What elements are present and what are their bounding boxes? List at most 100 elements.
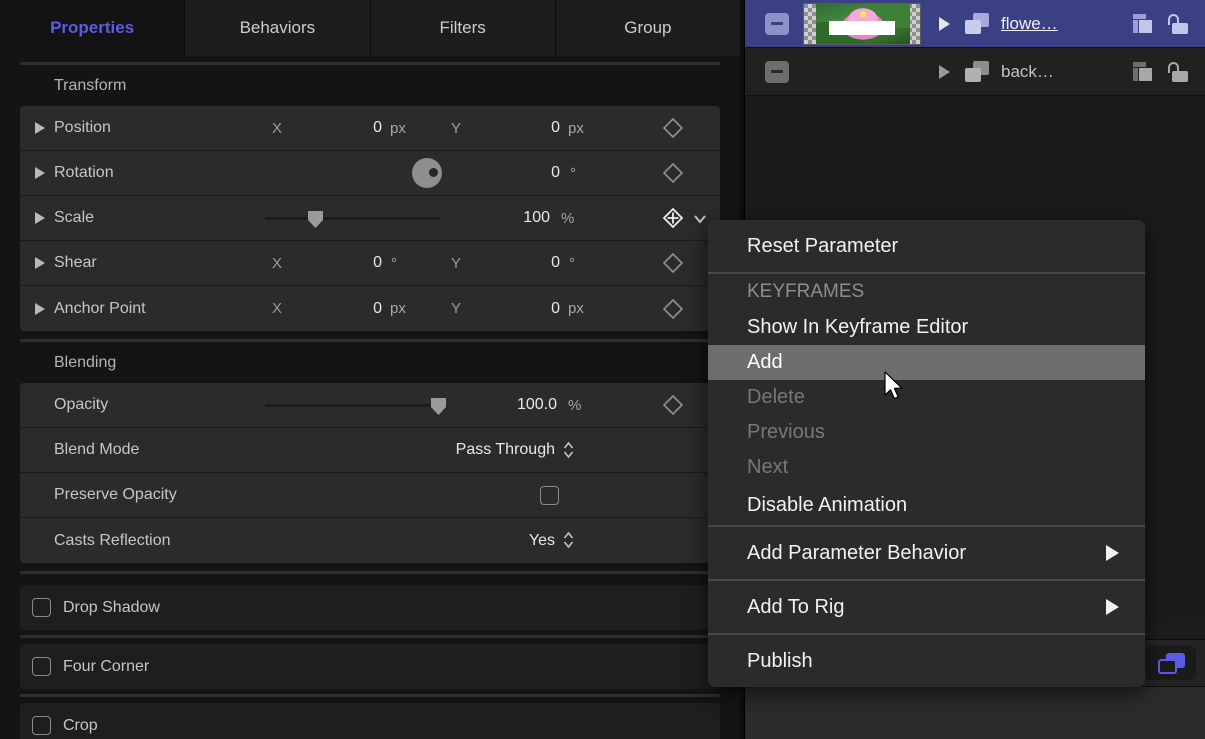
keyframe-diamond-icon[interactable] [662, 252, 684, 274]
disclosure-triangle-icon[interactable] [32, 121, 48, 135]
menu-item-reset-parameter[interactable]: Reset Parameter [708, 220, 1145, 272]
menu-item-label: Show In Keyframe Editor [747, 316, 968, 339]
filter-row-crop[interactable]: Crop [20, 703, 720, 739]
parameter-row-preserve-opacity[interactable]: Preserve Opacity [20, 473, 720, 518]
four-corner-checkbox[interactable] [32, 657, 51, 676]
menu-item-publish[interactable]: Publish [708, 635, 1145, 687]
submenu-arrow-icon [1106, 545, 1119, 561]
rotation-unit: ° [570, 165, 576, 182]
opacity-value[interactable]: 100.0 [465, 396, 557, 414]
layers-footer [745, 687, 1205, 739]
drop-shadow-checkbox[interactable] [32, 598, 51, 617]
mask-icon[interactable] [1133, 14, 1154, 33]
keyframe-diamond-icon[interactable] [662, 394, 684, 416]
scale-value[interactable]: 100 [485, 209, 550, 227]
disclosure-triangle-icon[interactable] [32, 166, 48, 180]
group-icon [965, 13, 989, 34]
unlocked-padlock-icon[interactable] [1168, 14, 1190, 34]
blend-mode-value[interactable]: Pass Through [320, 441, 555, 459]
menu-item-next: Next [708, 450, 1145, 485]
crop-checkbox[interactable] [32, 716, 51, 735]
opacity-slider-track[interactable] [265, 404, 440, 407]
casts-reflection-value[interactable]: Yes [400, 532, 555, 550]
triangle-right-icon[interactable] [939, 17, 950, 31]
parameter-label: Preserve Opacity [54, 486, 177, 504]
preserve-opacity-checkbox[interactable] [540, 486, 559, 505]
tab-group[interactable]: Group [556, 0, 740, 56]
group-header-blending[interactable]: Blending [0, 342, 740, 383]
menu-item-disable-animation[interactable]: Disable Animation [708, 485, 1145, 525]
tab-behaviors[interactable]: Behaviors [185, 0, 370, 56]
tab-filters[interactable]: Filters [371, 0, 556, 56]
transform-parameter-group: Position X 0 px Y 0 px Rotation 0 ° [20, 106, 720, 331]
menu-item-label: Next [747, 456, 788, 479]
shear-y-value[interactable]: 0 [498, 254, 560, 272]
parameter-row-blend-mode[interactable]: Blend Mode Pass Through [20, 428, 720, 473]
filter-row-drop-shadow[interactable]: Drop Shadow [20, 585, 720, 630]
layer-row-background[interactable]: back… [745, 48, 1205, 96]
scale-unit: % [561, 210, 574, 227]
parameter-row-position[interactable]: Position X 0 px Y 0 px [20, 106, 720, 151]
layer-row-flower[interactable]: flowe… [745, 0, 1205, 48]
menu-item-add-parameter-behavior[interactable]: Add Parameter Behavior [708, 527, 1145, 579]
parameter-row-anchor-point[interactable]: Anchor Point X 0 px Y 0 px [20, 286, 720, 331]
stepper-arrows-icon[interactable] [563, 441, 574, 459]
disclosure-triangle-icon[interactable] [32, 256, 48, 270]
group-header-transform[interactable]: Transform [0, 65, 740, 106]
group-icon [965, 61, 989, 82]
anchor-y-value[interactable]: 0 [498, 300, 560, 318]
opacity-slider-thumb[interactable] [431, 398, 446, 415]
group-header-blending-label: Blending [54, 354, 116, 372]
layer-thumbnail [803, 3, 921, 45]
parameter-scroll-area[interactable]: Transform Position X 0 px Y 0 px [0, 56, 740, 739]
parameter-row-shear[interactable]: Shear X 0 ° Y 0 ° [20, 241, 720, 286]
disclosure-triangle-icon[interactable] [32, 211, 48, 225]
parameter-row-casts-reflection[interactable]: Casts Reflection Yes [20, 518, 720, 563]
layer-row-icons [1133, 62, 1190, 82]
parameter-row-rotation[interactable]: Rotation 0 ° [20, 151, 720, 196]
chevron-down-icon[interactable] [692, 211, 708, 227]
x-axis-label: X [272, 300, 282, 317]
parameter-label: Anchor Point [54, 300, 146, 318]
y-axis-label: Y [451, 300, 461, 317]
parameter-label: Scale [54, 209, 94, 227]
parameter-label: Blend Mode [54, 441, 139, 459]
y-axis-label: Y [451, 255, 461, 272]
disclosure-triangle-icon[interactable] [32, 302, 48, 316]
parameter-label: Position [54, 119, 111, 137]
layer-row-icons [1133, 14, 1190, 34]
shear-x-value[interactable]: 0 [320, 254, 382, 272]
parameter-row-scale[interactable]: Scale 100 % [20, 196, 720, 241]
keyframe-diamond-icon[interactable] [662, 117, 684, 139]
scale-slider-track[interactable] [265, 217, 440, 220]
minus-icon[interactable] [765, 13, 789, 35]
keyframe-diamond-active-icon[interactable] [662, 207, 684, 229]
menu-item-add-to-rig[interactable]: Add To Rig [708, 581, 1145, 633]
keyframe-diamond-icon[interactable] [662, 162, 684, 184]
rotation-dial[interactable] [412, 158, 442, 188]
blending-parameter-group: Opacity 100.0 % Blend Mode Pass Through [20, 383, 720, 563]
parameter-label: Opacity [54, 396, 108, 414]
filter-row-four-corner[interactable]: Four Corner [20, 644, 720, 689]
layers-icon [1158, 653, 1185, 674]
position-x-value[interactable]: 0 [320, 119, 382, 137]
rotation-value[interactable]: 0 [510, 164, 560, 182]
layers-view-button[interactable] [1146, 646, 1196, 680]
menu-item-label: Delete [747, 386, 805, 409]
parameter-row-opacity[interactable]: Opacity 100.0 % [20, 383, 720, 428]
minus-icon[interactable] [765, 61, 789, 83]
menu-item-add[interactable]: Add [708, 345, 1145, 380]
position-y-unit: px [568, 120, 584, 137]
unlocked-padlock-icon[interactable] [1168, 62, 1190, 82]
anchor-x-value[interactable]: 0 [320, 300, 382, 318]
scale-slider-thumb[interactable] [308, 211, 323, 228]
position-y-value[interactable]: 0 [498, 119, 560, 137]
keyframe-diamond-icon[interactable] [662, 298, 684, 320]
layer-name[interactable]: flowe… [1001, 14, 1058, 34]
menu-item-show-in-keyframe-editor[interactable]: Show In Keyframe Editor [708, 310, 1145, 345]
tab-properties[interactable]: Properties [0, 0, 185, 56]
triangle-right-icon[interactable] [939, 65, 950, 79]
mask-icon[interactable] [1133, 62, 1154, 81]
layer-name[interactable]: back… [1001, 62, 1054, 82]
stepper-arrows-icon[interactable] [563, 531, 574, 549]
